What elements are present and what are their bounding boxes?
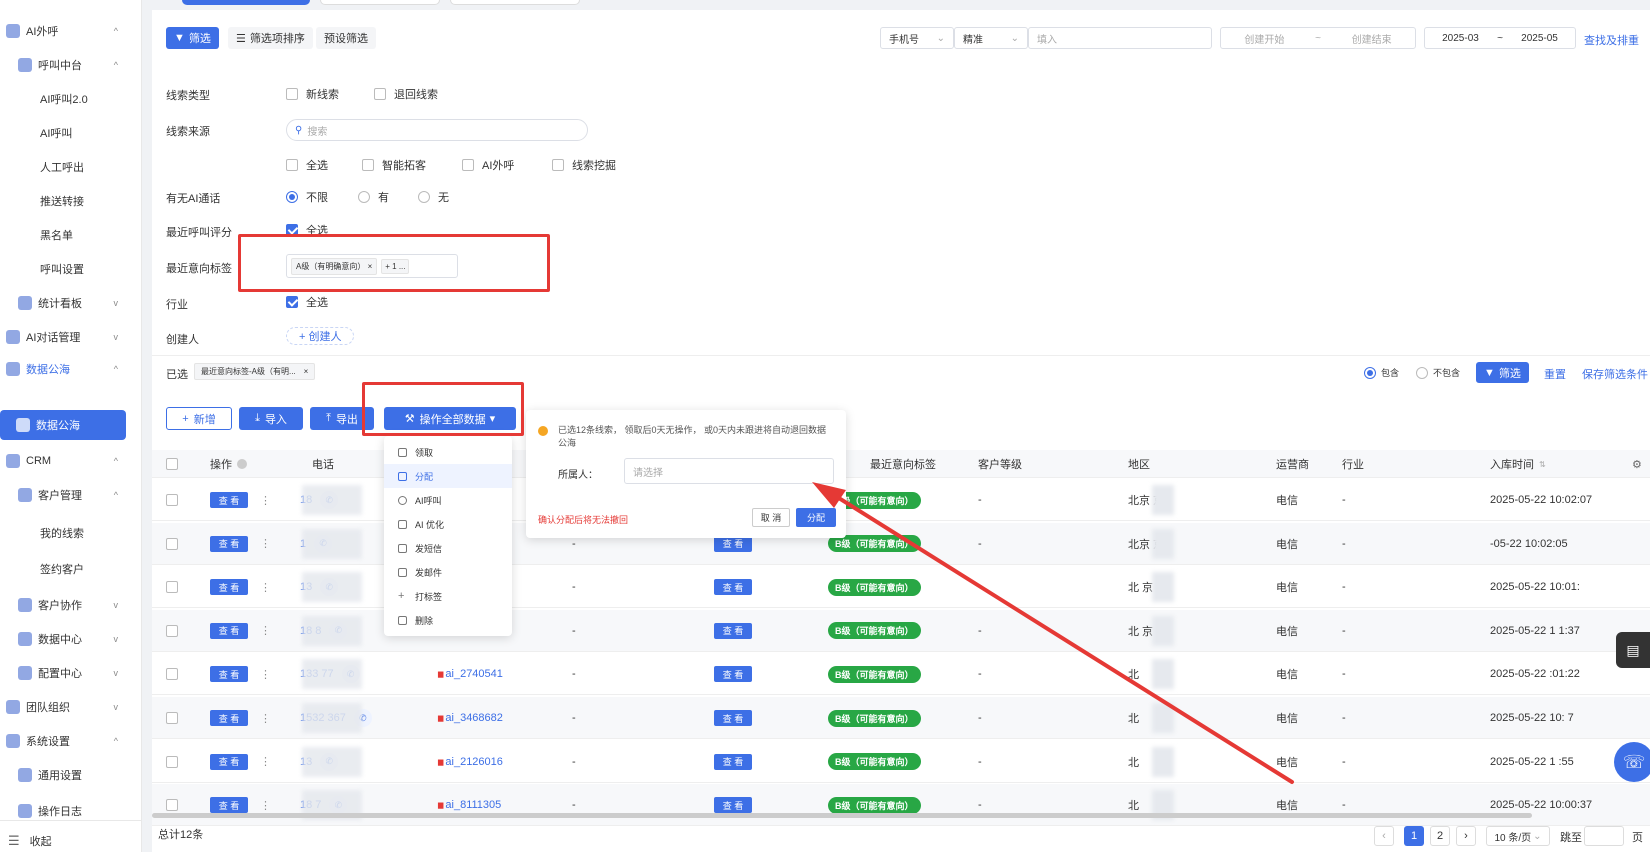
annotation-arrow <box>812 482 1294 784</box>
arrow-head <box>812 482 846 508</box>
arrow-line <box>824 488 1294 784</box>
